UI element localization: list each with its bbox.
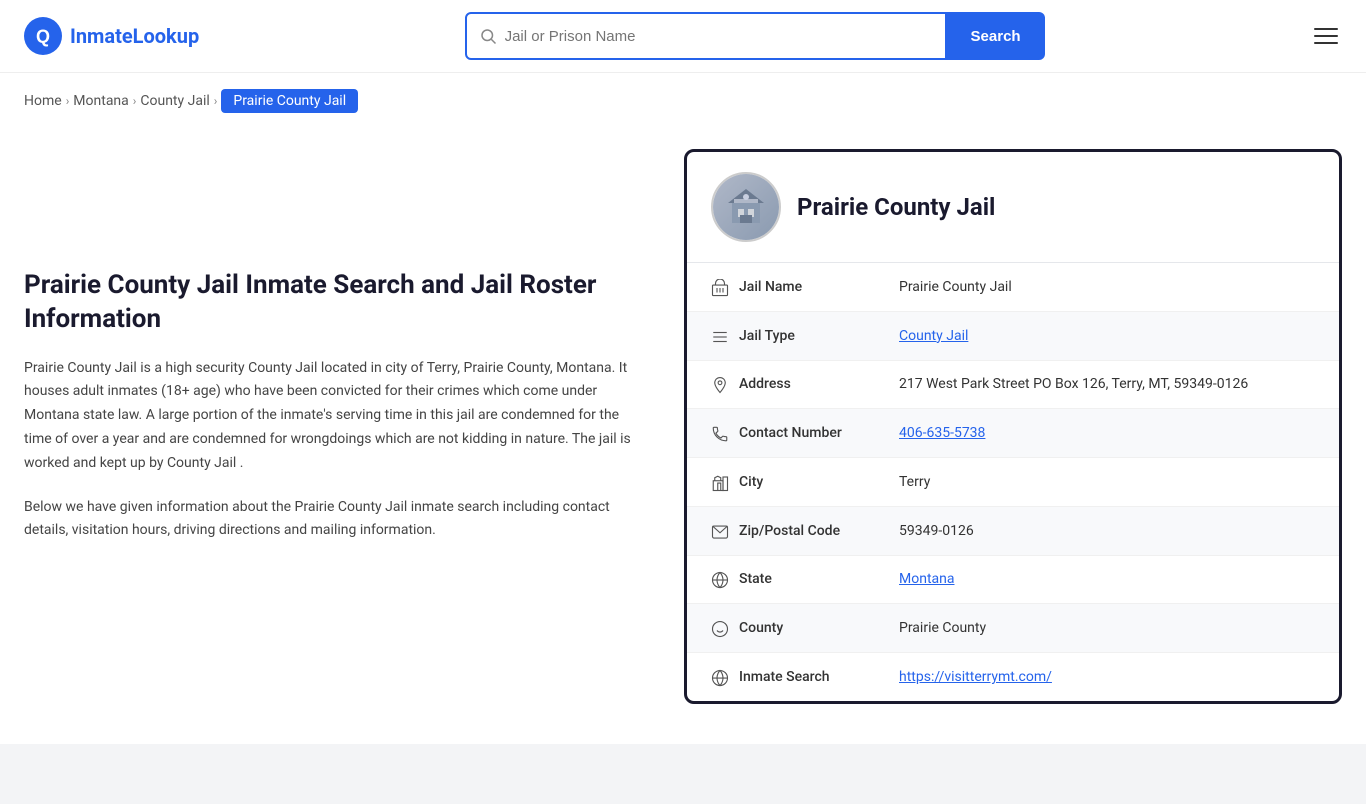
row-value: Terry xyxy=(899,474,1315,490)
search-input[interactable] xyxy=(505,28,933,45)
logo-icon: Q xyxy=(24,17,62,55)
svg-text:Q: Q xyxy=(36,27,50,47)
globe-icon xyxy=(711,570,739,590)
hamburger-line-2 xyxy=(1314,35,1338,37)
jail-building-icon xyxy=(724,185,768,229)
info-row: CityTerry xyxy=(687,458,1339,507)
search-area: Search xyxy=(465,12,1045,60)
breadcrumb-current: Prairie County Jail xyxy=(221,89,358,113)
row-value[interactable]: 406-635-5738 xyxy=(899,425,1315,441)
location-icon xyxy=(711,375,739,395)
info-card-header: Prairie County Jail xyxy=(687,152,1339,263)
row-value: 59349-0126 xyxy=(899,523,1315,539)
mail-icon xyxy=(711,521,739,541)
row-value[interactable]: Montana xyxy=(899,571,1315,587)
row-label: Contact Number xyxy=(739,425,899,441)
page-title: Prairie County Jail Inmate Search and Ja… xyxy=(24,269,644,337)
logo[interactable]: Q InmateLookup xyxy=(24,17,199,55)
row-value: 217 West Park Street PO Box 126, Terry, … xyxy=(899,376,1315,392)
info-card: Prairie County Jail Jail NamePrairie Cou… xyxy=(684,149,1342,704)
breadcrumb-chevron-3: › xyxy=(214,94,218,108)
row-label: State xyxy=(739,571,899,587)
info-row: Zip/Postal Code59349-0126 xyxy=(687,507,1339,556)
info-row: Contact Number406-635-5738 xyxy=(687,409,1339,458)
city-icon xyxy=(711,472,739,492)
main-content: Prairie County Jail Inmate Search and Ja… xyxy=(0,129,1366,744)
row-value: Prairie County xyxy=(899,620,1315,636)
row-value[interactable]: https://visitterrymt.com/ xyxy=(899,669,1315,685)
search-button[interactable]: Search xyxy=(947,12,1045,60)
breadcrumb: Home › Montana › County Jail › Prairie C… xyxy=(0,73,1366,129)
county-icon xyxy=(711,618,739,638)
row-label: Jail Name xyxy=(739,279,899,295)
info-rows-container: Jail NamePrairie County JailJail TypeCou… xyxy=(687,263,1339,701)
row-value[interactable]: County Jail xyxy=(899,328,1315,344)
hamburger-line-1 xyxy=(1314,28,1338,30)
search-icon xyxy=(479,27,497,45)
left-panel: Prairie County Jail Inmate Search and Ja… xyxy=(24,149,684,704)
info-row: Address217 West Park Street PO Box 126, … xyxy=(687,361,1339,410)
list-icon xyxy=(711,326,739,346)
card-jail-name-header: Prairie County Jail xyxy=(797,193,995,221)
right-panel: Prairie County Jail Jail NamePrairie Cou… xyxy=(684,149,1342,704)
page-description-1: Prairie County Jail is a high security C… xyxy=(24,357,644,476)
footer xyxy=(0,744,1366,804)
breadcrumb-chevron-1: › xyxy=(66,94,70,108)
row-label: City xyxy=(739,474,899,490)
row-label: Jail Type xyxy=(739,328,899,344)
info-row: CountyPrairie County xyxy=(687,604,1339,653)
breadcrumb-home[interactable]: Home xyxy=(24,93,62,109)
header: Q InmateLookup Search xyxy=(0,0,1366,73)
row-label: Inmate Search xyxy=(739,669,899,685)
search-input-wrapper xyxy=(465,12,947,60)
info-row: Jail TypeCounty Jail xyxy=(687,312,1339,361)
jail-icon xyxy=(711,277,739,297)
hamburger-line-3 xyxy=(1314,42,1338,44)
avatar xyxy=(711,172,781,242)
row-label: County xyxy=(739,620,899,636)
web-icon xyxy=(711,667,739,687)
row-value: Prairie County Jail xyxy=(899,279,1315,295)
hamburger-menu-button[interactable] xyxy=(1310,24,1342,48)
page-description-2: Below we have given information about th… xyxy=(24,496,644,544)
info-row: Inmate Searchhttps://visitterrymt.com/ xyxy=(687,653,1339,701)
breadcrumb-state[interactable]: Montana xyxy=(73,93,128,109)
row-label: Zip/Postal Code xyxy=(739,523,899,539)
row-value-link[interactable]: Montana xyxy=(899,571,954,587)
info-row: StateMontana xyxy=(687,556,1339,605)
phone-icon xyxy=(711,423,739,443)
row-label: Address xyxy=(739,376,899,392)
avatar-inner xyxy=(713,174,779,240)
breadcrumb-chevron-2: › xyxy=(133,94,137,108)
row-value-link[interactable]: County Jail xyxy=(899,328,968,344)
breadcrumb-type[interactable]: County Jail xyxy=(140,93,209,109)
info-row: Jail NamePrairie County Jail xyxy=(687,263,1339,312)
row-value-link[interactable]: https://visitterrymt.com/ xyxy=(899,669,1052,685)
row-value-link[interactable]: 406-635-5738 xyxy=(899,425,985,441)
logo-text: InmateLookup xyxy=(70,24,199,48)
